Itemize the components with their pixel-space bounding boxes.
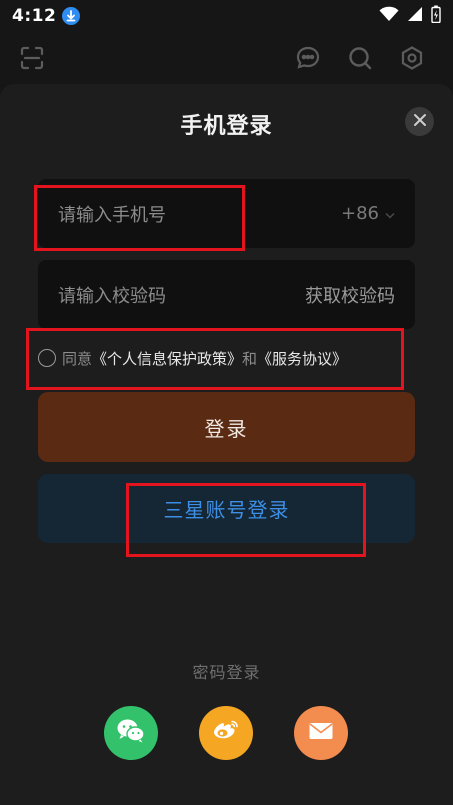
login-button-label: 登录: [204, 416, 249, 441]
samsung-login-label: 三星账号登录: [163, 498, 290, 522]
password-login-link[interactable]: 密码登录: [0, 659, 453, 683]
top-toolbar: [0, 38, 453, 78]
dialog-title: 手机登录: [180, 114, 273, 139]
mail-icon: [308, 721, 334, 745]
country-code-value: +86: [341, 203, 379, 224]
privacy-policy-link[interactable]: 《个人信息保护政策》: [92, 348, 242, 369]
agreement-row: 同意 《个人信息保护政策》 和 《服务协议》: [38, 346, 347, 370]
agreement-connector: 和: [242, 349, 258, 368]
signal-icon: [407, 6, 423, 27]
get-code-button[interactable]: 获取校验码: [305, 282, 395, 308]
status-time: 4:12: [12, 6, 57, 26]
wechat-icon: [116, 718, 146, 748]
close-button[interactable]: [405, 107, 434, 136]
scan-icon[interactable]: [18, 44, 46, 72]
phone-input-placeholder: 请输入手机号: [58, 204, 166, 226]
wechat-login-button[interactable]: [104, 706, 158, 760]
chevron-down-icon: [385, 203, 395, 224]
login-button[interactable]: 登录: [38, 392, 415, 462]
message-icon[interactable]: [294, 44, 322, 72]
download-icon: [62, 7, 81, 25]
wifi-icon: [379, 6, 399, 27]
close-icon: [413, 112, 427, 131]
agreement-checkbox[interactable]: [38, 349, 56, 367]
settings-icon[interactable]: [398, 44, 426, 72]
status-indicators: [379, 5, 441, 28]
phone-input[interactable]: 请输入手机号 +86: [38, 179, 415, 248]
weibo-icon: [211, 718, 241, 748]
agreement-prefix: 同意: [62, 349, 93, 368]
samsung-account-login-button[interactable]: 三星账号登录: [38, 474, 415, 543]
email-login-button[interactable]: [294, 706, 348, 760]
search-icon[interactable]: [346, 44, 374, 72]
code-input-placeholder: 请输入校验码: [58, 285, 166, 307]
country-code-selector[interactable]: +86: [341, 203, 395, 224]
battery-charging-icon: [431, 5, 441, 28]
verification-code-input[interactable]: 请输入校验码 获取校验码: [38, 260, 415, 329]
status-bar: 4:12: [0, 0, 453, 32]
service-agreement-link[interactable]: 《服务协议》: [257, 348, 347, 369]
weibo-login-button[interactable]: [199, 706, 253, 760]
